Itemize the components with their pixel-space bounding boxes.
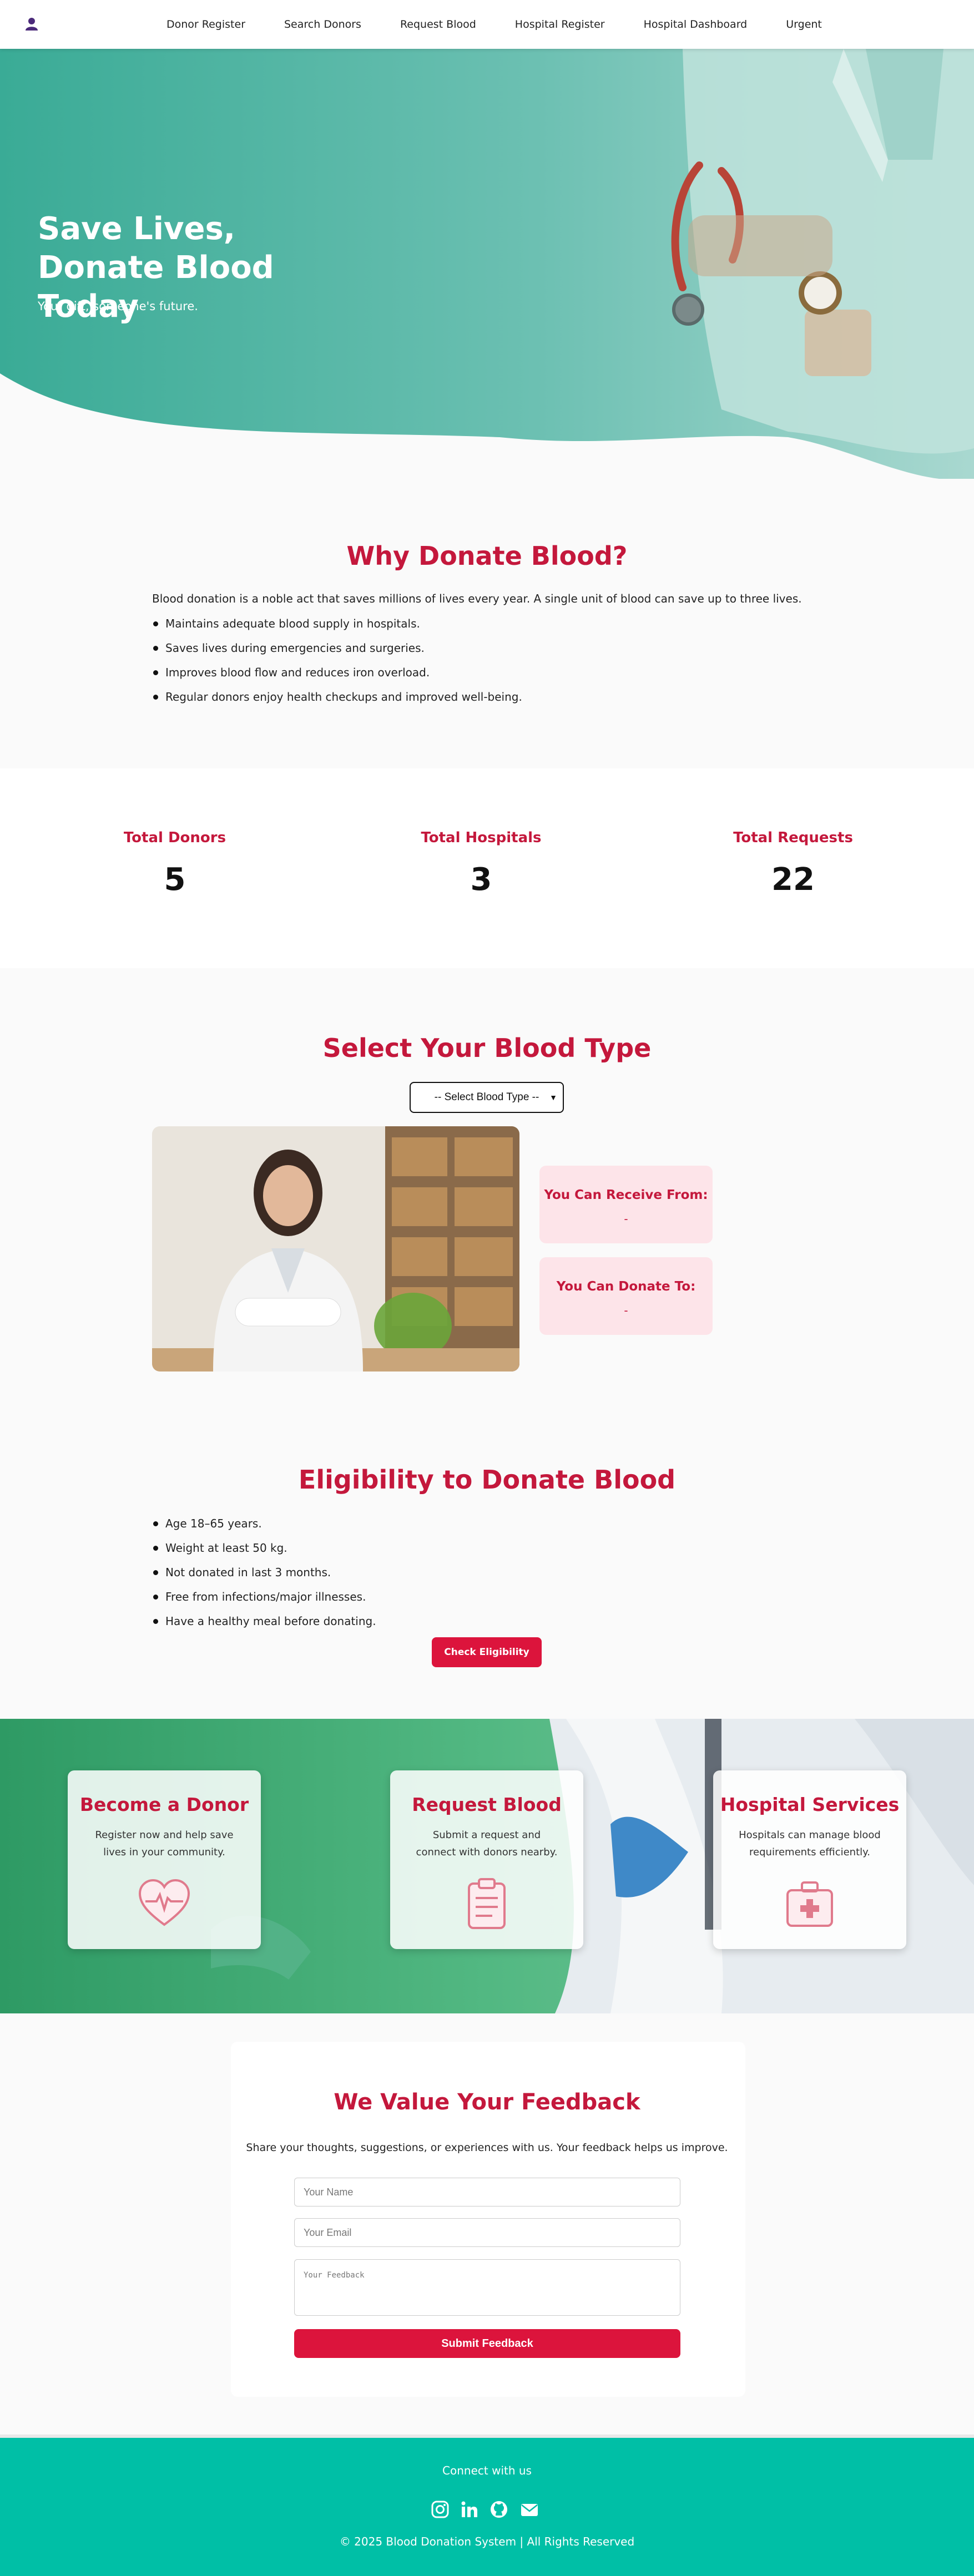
nav-links: Donor Register Search Donors Request Blo… — [166, 0, 861, 49]
stat-total-hospitals: Total Hospitals 3 — [398, 829, 564, 898]
navbar: Donor Register Search Donors Request Blo… — [0, 0, 974, 49]
name-field[interactable]: Your Name — [294, 2178, 680, 2206]
card-description: Submit a request and connect with donors… — [416, 1829, 558, 1858]
donate-to-card: You Can Donate To: - — [539, 1257, 713, 1335]
footer: Connect with us © 2025 Blood Donation Sy… — [0, 2435, 974, 2576]
stat-value: 3 — [470, 862, 492, 898]
list-item: Regular donors enjoy health checkups and… — [152, 690, 522, 714]
stat-value: 22 — [771, 862, 815, 898]
footer-connect-label: Connect with us — [442, 2464, 532, 2477]
user-icon[interactable] — [24, 17, 39, 31]
nav-hospital-dashboard[interactable]: Hospital Dashboard — [644, 18, 748, 31]
card-title: Request Blood — [412, 1794, 562, 1815]
email-placeholder: Your Email — [304, 2226, 352, 2238]
footer-copyright: © 2025 Blood Donation System | All Right… — [339, 2535, 635, 2548]
list-item: Not donated in last 3 months. — [152, 1565, 376, 1590]
check-eligibility-button[interactable]: Check Eligibility — [432, 1637, 542, 1667]
card-description: Hospitals can manage blood requirements … — [739, 1829, 881, 1858]
stat-label: Total Hospitals — [421, 829, 542, 846]
list-item: Weight at least 50 kg. — [152, 1541, 376, 1565]
stat-label: Total Requests — [733, 829, 853, 846]
nav-search-donors[interactable]: Search Donors — [284, 18, 361, 31]
nav-urgent[interactable]: Urgent — [786, 18, 822, 31]
hero-subtitle: Your gift, someone's future. — [38, 300, 198, 313]
card-title: Become a Donor — [79, 1794, 249, 1815]
donate-to-value: - — [624, 1304, 628, 1317]
list-item: Maintains adequate blood supply in hospi… — [152, 616, 522, 641]
why-donate-intro: Blood donation is a noble act that saves… — [152, 592, 802, 605]
become-donor-card[interactable]: Become a Donor Register now and help sav… — [68, 1770, 261, 1949]
feedback-intro: Share your thoughts, suggestions, or exp… — [246, 2142, 728, 2154]
feedback-title: We Value Your Feedback — [334, 2089, 640, 2115]
stat-label: Total Donors — [123, 829, 226, 846]
envelope-icon[interactable] — [520, 2500, 539, 2519]
stat-value: 5 — [164, 862, 186, 898]
list-item: Age 18–65 years. — [152, 1516, 376, 1541]
feedback-placeholder: Your Feedback — [304, 2271, 365, 2280]
receive-from-label: You Can Receive From: — [544, 1188, 708, 1202]
stat-total-donors: Total Donors 5 — [92, 829, 258, 898]
blood-type-select[interactable]: -- Select Blood Type -- ▼ — [410, 1082, 564, 1113]
stat-total-requests: Total Requests 22 — [710, 829, 876, 898]
receive-from-card: You Can Receive From: - — [539, 1166, 713, 1243]
medical-kit-icon — [786, 1881, 833, 1927]
list-item: Saves lives during emergencies and surge… — [152, 641, 522, 665]
stats-section: Total Donors 5 Total Hospitals 3 Total R… — [0, 768, 974, 968]
name-placeholder: Your Name — [304, 2186, 354, 2198]
submit-feedback-button[interactable]: Submit Feedback — [294, 2329, 680, 2358]
list-item: Free from infections/major illnesses. — [152, 1590, 376, 1614]
nav-donor-register[interactable]: Donor Register — [166, 18, 245, 31]
linkedin-icon[interactable] — [460, 2500, 479, 2519]
blood-type-title: Select Your Blood Type — [322, 1033, 652, 1063]
doctor-photo — [152, 1126, 519, 1371]
eligibility-title: Eligibility to Donate Blood — [298, 1465, 676, 1495]
hero-banner: Save Lives, Donate Blood Today Your gift… — [0, 49, 974, 479]
list-item: Improves blood flow and reduces iron ove… — [152, 665, 522, 690]
instagram-icon[interactable] — [431, 2500, 450, 2519]
request-blood-card[interactable]: Request Blood Submit a request and conne… — [390, 1770, 583, 1949]
nav-hospital-register[interactable]: Hospital Register — [515, 18, 605, 31]
heart-pulse-icon — [138, 1879, 190, 1926]
card-description: Register now and help save lives in your… — [95, 1829, 234, 1858]
eligibility-list: Age 18–65 years. Weight at least 50 kg. … — [152, 1516, 376, 1638]
card-title: Hospital Services — [720, 1794, 900, 1815]
donate-to-label: You Can Donate To: — [556, 1279, 696, 1294]
clipboard-icon — [468, 1878, 506, 1929]
github-icon[interactable] — [489, 2500, 508, 2519]
chevron-down-icon: ▼ — [549, 1093, 557, 1102]
services-section: Become a Donor Register now and help sav… — [0, 1719, 974, 2013]
feedback-textarea[interactable]: Your Feedback — [294, 2259, 680, 2316]
email-field[interactable]: Your Email — [294, 2218, 680, 2247]
receive-from-value: - — [624, 1212, 628, 1226]
blood-type-select-value: -- Select Blood Type -- — [434, 1091, 539, 1103]
hospital-services-card[interactable]: Hospital Services Hospitals can manage b… — [713, 1770, 906, 1949]
list-item: Have a healthy meal before donating. — [152, 1614, 376, 1638]
why-donate-title: Why Donate Blood? — [346, 541, 628, 571]
nav-request-blood[interactable]: Request Blood — [400, 18, 476, 31]
why-donate-list: Maintains adequate blood supply in hospi… — [152, 616, 522, 714]
